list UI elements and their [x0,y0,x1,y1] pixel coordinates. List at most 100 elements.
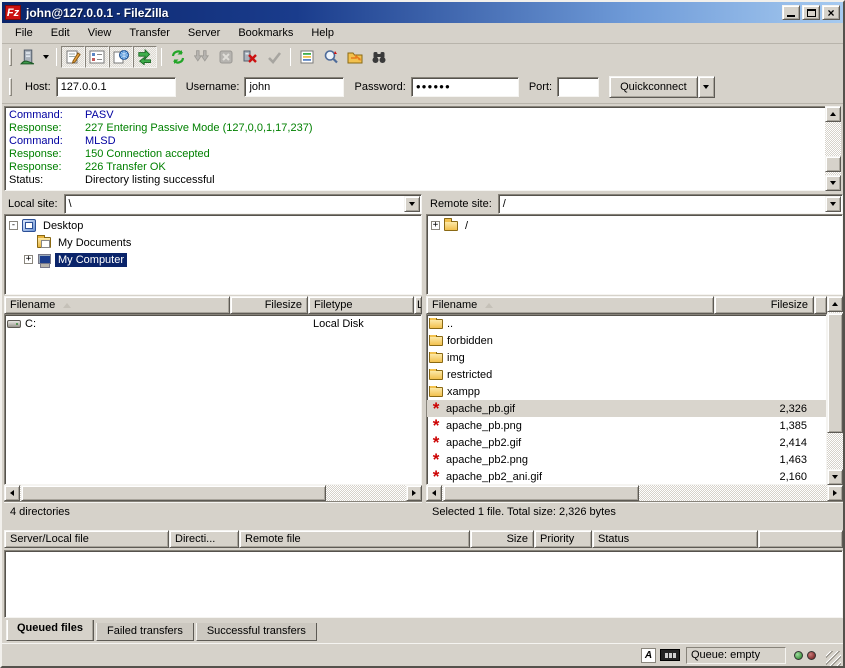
maximize-button[interactable] [802,5,820,20]
file-row-restricted[interactable]: restricted [427,366,826,383]
column-header-priority[interactable]: Priority [534,530,592,548]
local-site-dropdown[interactable] [404,196,420,212]
tab-queued-files[interactable]: Queued files [6,620,94,641]
file-row-apache-pb2-png[interactable]: *apache_pb2.png1,463 [427,451,826,468]
file-row-img[interactable]: img [427,349,826,366]
scroll-down-button[interactable] [825,175,841,191]
refresh-button[interactable] [166,46,190,68]
local-site-combo[interactable]: \ [64,194,422,214]
expand-toggle[interactable]: + [431,221,440,230]
file-row-apache-pb2-gif[interactable]: *apache_pb2.gif2,414 [427,434,826,451]
minimize-button[interactable] [782,5,800,20]
local-site-bar: Local site: \ [4,194,422,214]
column-header-filename[interactable]: Filename [4,296,230,314]
file-row-c-drive[interactable]: C: Local Disk [5,315,421,332]
expand-toggle[interactable]: + [24,255,33,264]
file-row-forbidden[interactable]: forbidden [427,332,826,349]
menu-bookmarks[interactable]: Bookmarks [229,24,302,42]
scrollbar-thumb[interactable] [827,313,843,433]
scroll-right-button[interactable] [827,485,843,501]
tree-item-label[interactable]: My Documents [55,236,134,250]
password-input[interactable] [411,77,519,97]
local-hscrollbar[interactable] [4,485,422,501]
column-header-filetype[interactable]: Filetype [308,296,414,314]
host-input[interactable] [56,77,176,97]
tree-item-root[interactable]: + / [431,217,842,234]
file-row-xampp[interactable]: xampp [427,383,826,400]
tree-item-my-documents[interactable]: My Documents [9,234,421,251]
site-manager-dropdown[interactable] [39,46,52,68]
scrollbar-thumb[interactable] [825,156,841,172]
column-header-lastmodified[interactable]: L [414,296,422,314]
synchronized-browsing-button[interactable] [343,46,367,68]
quickconnect-button[interactable]: Quickconnect [609,76,698,98]
scroll-down-button[interactable] [827,469,843,485]
file-row-apache-pb-gif[interactable]: *apache_pb.gif2,326 [427,400,826,417]
image-file-icon: * [429,419,443,433]
transfer-queue-icon [137,49,153,65]
tree-item-label[interactable]: Desktop [40,219,86,233]
close-button[interactable]: × [822,5,840,20]
file-row-apache-pb2-ani-gif[interactable]: *apache_pb2_ani.gif2,160 [427,468,826,485]
host-label: Host: [25,81,51,93]
quickconnect-dropdown[interactable] [698,76,715,98]
column-header-filename[interactable]: Filename [426,296,714,314]
tree-item-desktop[interactable]: - Desktop [9,217,421,234]
file-search-button[interactable] [319,46,343,68]
directory-filters-button[interactable] [295,46,319,68]
column-header-filesize[interactable]: Filesize [714,296,814,314]
close-icon: × [827,8,834,18]
resize-grip[interactable] [826,651,841,666]
log-scrollbar[interactable] [825,106,841,191]
file-row-apache-pb-png[interactable]: *apache_pb.png1,385 [427,417,826,434]
remote-site-dropdown[interactable] [825,196,841,212]
sort-ascending-icon [485,303,493,308]
tree-item-label[interactable]: / [462,219,471,233]
tab-failed-transfers[interactable]: Failed transfers [96,623,194,641]
tree-item-label[interactable]: My Computer [55,253,127,267]
scroll-right-button[interactable] [406,485,422,501]
scroll-left-button[interactable] [426,485,442,501]
toggle-message-log-button[interactable] [61,46,85,68]
quickconnect-grip[interactable] [9,78,12,96]
site-manager-icon [19,49,36,66]
column-header-server-local-file[interactable]: Server/Local file [4,530,169,548]
collapse-toggle[interactable]: - [9,221,18,230]
disconnect-button[interactable] [238,46,262,68]
tab-successful-transfers[interactable]: Successful transfers [196,623,317,641]
menu-help[interactable]: Help [302,24,343,42]
menu-view[interactable]: View [79,24,121,42]
remote-hscrollbar[interactable] [426,485,843,501]
menu-edit[interactable]: Edit [42,24,79,42]
column-header-filesize[interactable]: Filesize [230,296,308,314]
toggle-remote-tree-button[interactable] [109,46,133,68]
file-row-parent[interactable]: .. [427,315,826,332]
toolbar-grip[interactable] [9,48,12,66]
column-header-size[interactable]: Size [470,530,534,548]
scroll-up-button[interactable] [827,296,843,312]
scroll-left-button[interactable] [4,485,20,501]
menu-transfer[interactable]: Transfer [120,24,179,42]
column-header-direction[interactable]: Directi... [169,530,239,548]
toggle-local-tree-button[interactable] [85,46,109,68]
abort-button[interactable] [262,46,286,68]
process-queue-button[interactable] [190,46,214,68]
site-manager-button[interactable] [15,46,39,68]
menu-file[interactable]: File [6,24,42,42]
title-bar[interactable]: Fz john@127.0.0.1 - FileZilla × [2,2,843,23]
toggle-transfer-queue-button[interactable] [133,46,157,68]
scrollbar-thumb[interactable] [443,485,639,501]
directory-comparison-button[interactable] [367,46,391,68]
scroll-up-button[interactable] [825,106,841,122]
chevron-down-icon [703,85,709,89]
port-input[interactable] [557,77,599,97]
column-header-remote-file[interactable]: Remote file [239,530,470,548]
remote-vscrollbar[interactable] [827,296,843,485]
username-input[interactable] [244,77,344,97]
menu-server[interactable]: Server [179,24,229,42]
cancel-operation-button[interactable] [214,46,238,68]
scrollbar-thumb[interactable] [21,485,326,501]
tree-item-my-computer[interactable]: + My Computer [9,251,421,268]
remote-site-combo[interactable]: / [498,194,843,214]
column-header-status[interactable]: Status [592,530,758,548]
